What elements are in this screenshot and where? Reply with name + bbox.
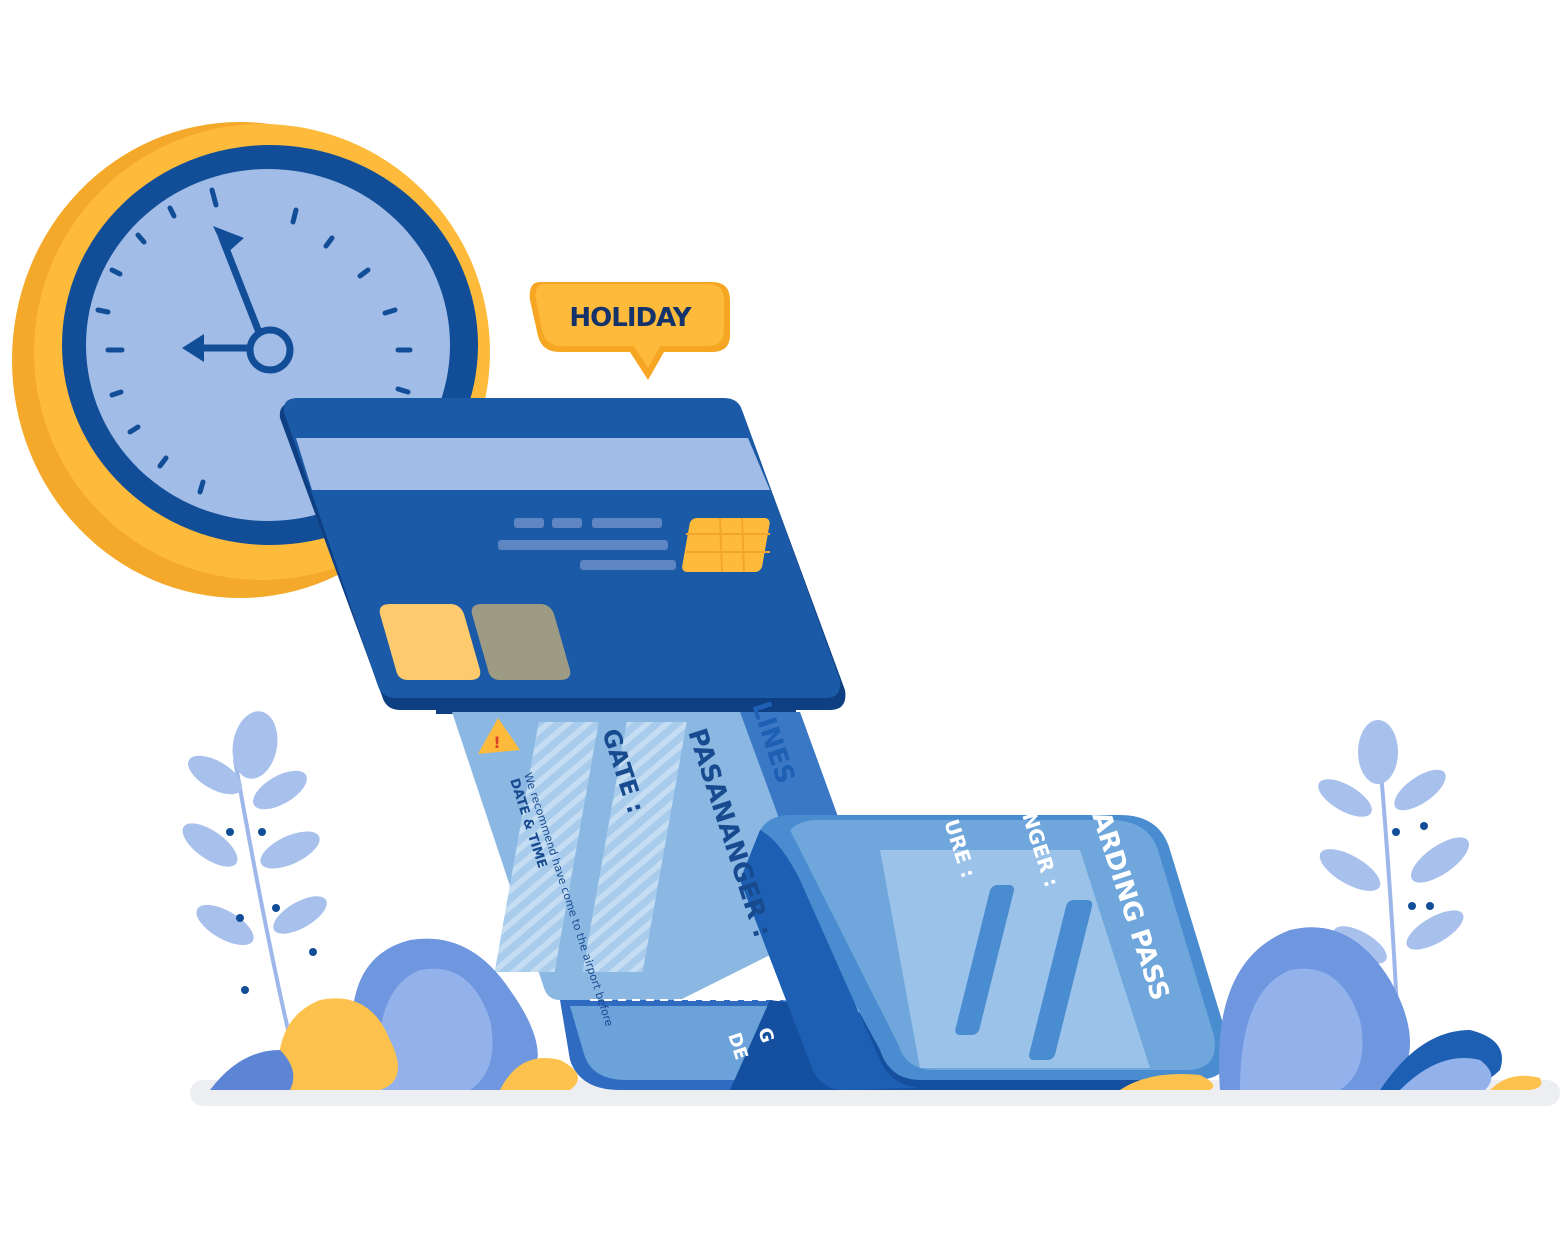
- credit-card: [279, 398, 846, 714]
- svg-text:!: !: [493, 733, 500, 752]
- holiday-speech-bubble: HOLIDAY: [529, 282, 730, 380]
- boarding-pass-ticket: ! LINES PASANANGER : GATE : We recommend…: [452, 698, 1230, 1090]
- holiday-label: HOLIDAY: [569, 303, 692, 333]
- card-chip: [682, 518, 770, 572]
- holiday-payment-illustration: HOLIDAY ! LINES PASANANGER: GATE: We r…: [12, 122, 1560, 1106]
